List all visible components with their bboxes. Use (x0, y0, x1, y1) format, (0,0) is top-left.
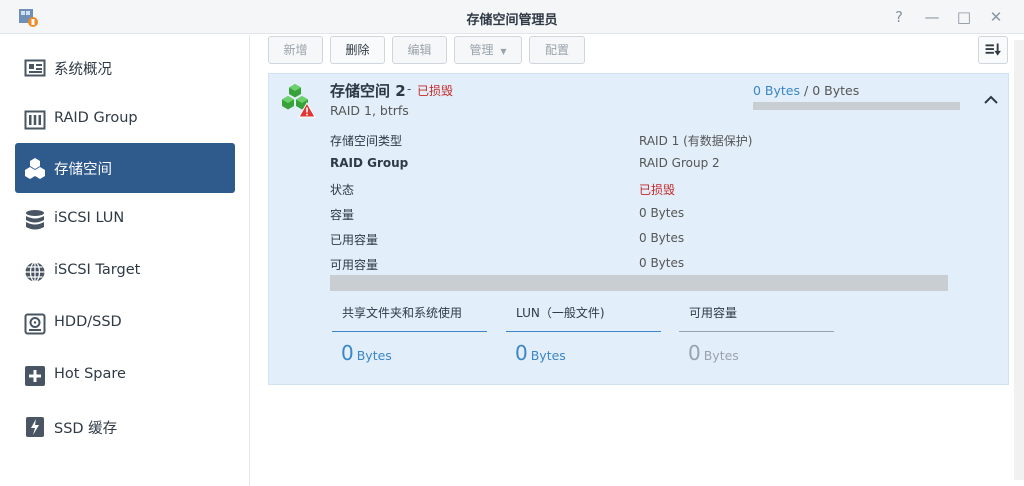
sidebar-item-raid-group[interactable]: RAID Group (15, 95, 235, 145)
sidebar-item-label: Hot Spare (54, 366, 126, 382)
sidebar-item-label: iSCSI Target (54, 262, 141, 278)
sidebar-item-overview[interactable]: 系统概况 (15, 43, 235, 93)
maximize-button[interactable]: □ (953, 6, 975, 28)
prop-label-available: 可用容量 (330, 258, 379, 272)
window-title: 存储空间管理员 (466, 13, 558, 28)
sidebar-item-label: iSCSI LUN (54, 210, 125, 226)
sort-button[interactable] (978, 36, 1008, 64)
sidebar-item-iscsi-target[interactable]: iSCSI Target (15, 247, 235, 297)
sidebar-item-label: 系统概况 (54, 62, 112, 78)
tab-underline (679, 331, 834, 332)
hdd-icon (24, 313, 46, 335)
lightning-icon (26, 417, 44, 437)
sidebar-item-hot-spare[interactable]: Hot Spare (15, 351, 235, 401)
volume-panel: 存储空间 2 - 已损毁 RAID 1, btrfs 0 Bytes / 0 B… (268, 73, 1009, 385)
tab-label: 可用容量 (689, 306, 738, 320)
tab-label: LUN（一般文件) (516, 306, 605, 320)
sidebar-item-iscsi-lun[interactable]: iSCSI LUN (15, 195, 235, 245)
capacity-distribution-bar (330, 275, 948, 291)
prop-value-raid-group: RAID Group 2 (639, 156, 720, 170)
tab-available[interactable]: 可用容量 (679, 296, 834, 332)
sidebar-item-label: SSD 缓存 (54, 421, 118, 437)
prop-value-volume-type: RAID 1 (有数据保护) (639, 134, 753, 148)
close-button[interactable]: ✕ (985, 6, 1007, 28)
tab-label: 共享文件夹和系统使用 (342, 306, 463, 320)
tab-shared-folders[interactable]: 共享文件夹和系统使用 (332, 296, 487, 332)
overview-icon (24, 59, 46, 77)
sidebar-item-ssd-cache[interactable]: SSD 缓存 (15, 402, 235, 452)
available-size: 0 Bytes (688, 341, 739, 365)
tab-underline (332, 331, 487, 332)
shared-folders-size: 0 Bytes (341, 341, 392, 365)
sidebar-item-label: RAID Group (54, 110, 138, 126)
title-bar: 存储空间管理员 ? — □ ✕ (0, 0, 1024, 34)
volume-crashed-icon (282, 84, 316, 118)
edit-button[interactable]: 编辑 (392, 36, 447, 64)
chevron-up-icon[interactable] (981, 90, 1001, 110)
configure-button[interactable]: 配置 (529, 36, 585, 64)
minimize-button[interactable]: — (921, 6, 943, 28)
sidebar-item-label: HDD/SSD (54, 314, 122, 330)
database-icon (26, 210, 44, 230)
usage-total: 0 Bytes (812, 83, 860, 98)
usage-bar (753, 102, 960, 110)
prop-value-capacity: 0 Bytes (639, 206, 685, 220)
volume-subtitle: RAID 1, btrfs (330, 103, 409, 118)
tab-lun[interactable]: LUN（一般文件) (506, 296, 661, 332)
create-button[interactable]: 新增 (268, 36, 323, 64)
usage-separator: / (804, 83, 809, 98)
help-button[interactable]: ? (888, 6, 910, 28)
globe-icon (25, 261, 45, 283)
prop-label-volume-type: 存储空间类型 (330, 134, 403, 148)
background-window-edge (1014, 40, 1024, 480)
usage-summary: 0 Bytes / 0 Bytes (753, 83, 859, 98)
storage-volume-icon (25, 158, 45, 179)
status-badge: 已损毁 (417, 84, 454, 98)
prop-label-used: 已用容量 (330, 233, 379, 247)
tab-underline (506, 331, 661, 332)
sidebar-item-hdd-ssd[interactable]: HDD/SSD (15, 299, 235, 349)
raid-group-icon (24, 110, 46, 130)
prop-value-used: 0 Bytes (639, 231, 685, 245)
plus-square-icon (25, 366, 45, 386)
delete-button[interactable]: 删除 (330, 36, 385, 64)
caret-down-icon: ▼ (500, 47, 507, 56)
title-separator: - (407, 82, 412, 96)
manage-label: 管理 (469, 43, 494, 57)
sort-icon (985, 43, 1001, 56)
prop-value-available: 0 Bytes (639, 256, 685, 270)
prop-label-status: 状态 (330, 183, 355, 197)
prop-value-status: 已损毁 (639, 183, 676, 197)
sidebar: 系统概况 RAID Group 存储空间 iSCSI LUN iSCSI Tar… (0, 35, 250, 486)
prop-label-capacity: 容量 (330, 208, 355, 222)
volume-title: 存储空间 2 (330, 82, 406, 100)
sidebar-item-storage-volume[interactable]: 存储空间 (15, 143, 235, 193)
manage-dropdown[interactable]: 管理 ▼ (454, 36, 522, 64)
usage-used: 0 Bytes (753, 83, 801, 98)
sidebar-item-label: 存储空间 (54, 162, 112, 178)
prop-label-raid-group: RAID Group (330, 156, 409, 170)
lun-size: 0 Bytes (515, 341, 566, 365)
